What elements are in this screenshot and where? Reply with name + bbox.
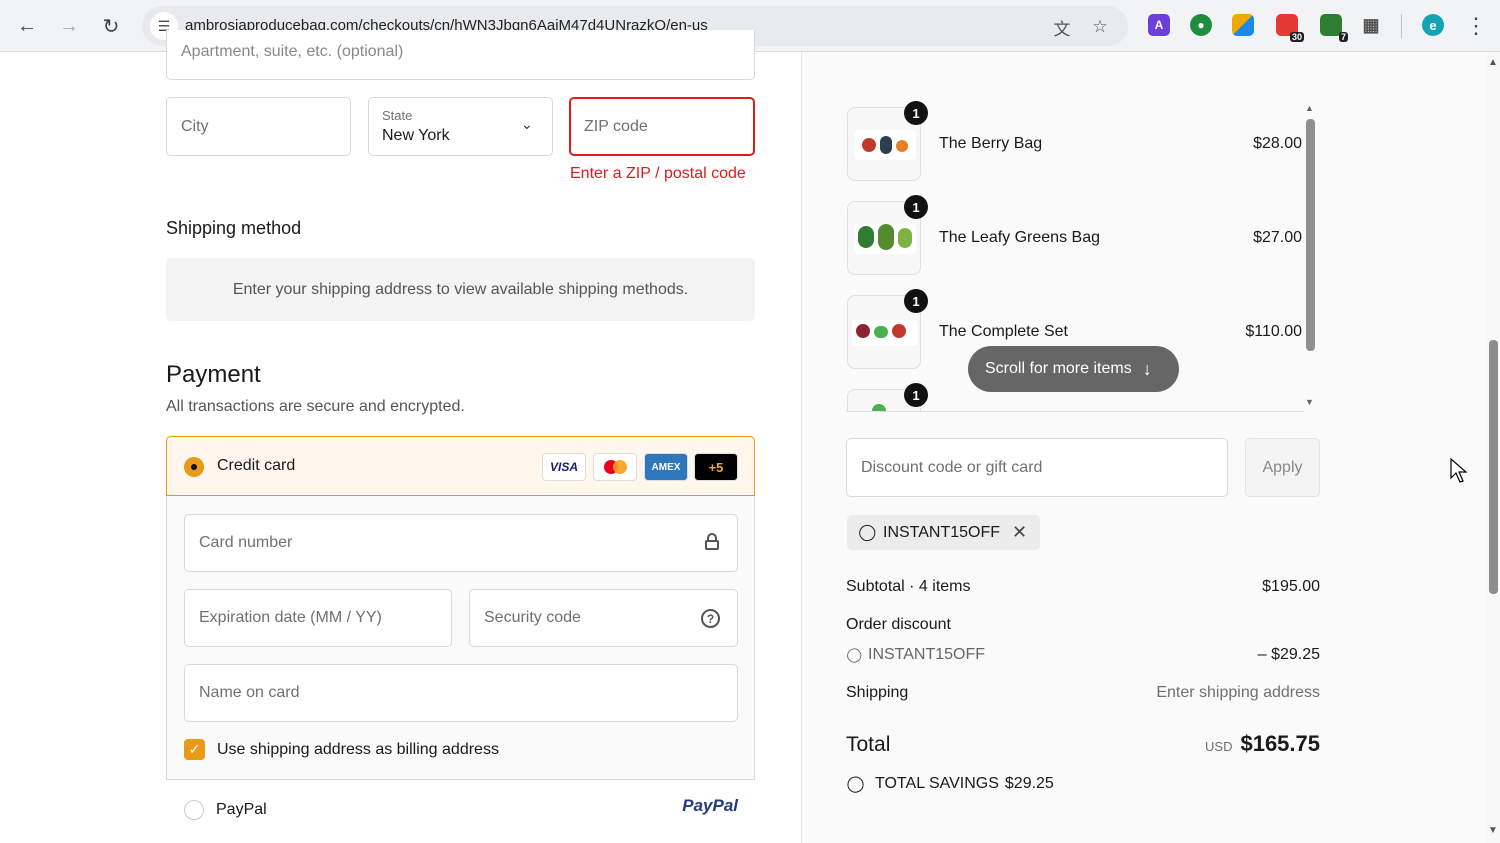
item-price: $27.00 — [1253, 229, 1302, 246]
lock-icon — [705, 533, 719, 550]
page-scrollbar-thumb[interactable] — [1489, 340, 1498, 594]
page-scroll-up-icon[interactable]: ▲ — [1488, 57, 1498, 68]
amex-icon: AMEX — [644, 453, 688, 481]
item-name: The Berry Bag — [939, 135, 1043, 152]
item-price: $110.00 — [1245, 323, 1302, 340]
tag-icon: ◯ — [854, 519, 880, 545]
apply-button[interactable]: Apply — [1245, 438, 1320, 497]
applied-code-label: INSTANT15OFF — [883, 523, 1001, 541]
discount-code-field[interactable]: Discount code or gift card — [846, 438, 1228, 497]
paypal-logo: PayPal — [682, 796, 738, 815]
item-name: The Complete Set — [939, 323, 1068, 340]
translate-icon[interactable]: 文 — [1051, 16, 1073, 39]
total-label: Total — [846, 733, 891, 756]
mastercard-icon — [593, 453, 637, 481]
zip-field[interactable]: ZIP code — [569, 97, 755, 156]
subtotal-value: $195.00 — [1262, 578, 1320, 595]
list-scrollbar-thumb[interactable] — [1306, 119, 1315, 351]
shipping-label: Shipping — [846, 684, 909, 701]
security-code-field[interactable]: Security code ? — [469, 589, 738, 647]
extensions-puzzle-icon[interactable]: ▦ — [1360, 14, 1382, 36]
qty-badge: 1 — [904, 383, 928, 407]
menu-kebab-icon[interactable]: ⋮ — [1462, 12, 1490, 40]
scroll-hint-label: Scroll for more items — [985, 360, 1132, 377]
item-price: $28.00 — [1253, 135, 1302, 152]
payment-heading: Payment — [166, 361, 261, 388]
discount-code-row: ◯ INSTANT15OFF — [842, 643, 986, 665]
shipping-value: Enter shipping address — [1156, 684, 1320, 701]
discount-value: – $29.25 — [1257, 646, 1320, 663]
savings-tag-icon: ◯ — [842, 772, 868, 797]
ext-a-icon[interactable]: A — [1148, 14, 1170, 36]
currency-label: USD — [1205, 739, 1233, 754]
ext-green-circle-icon[interactable]: ● — [1190, 14, 1212, 36]
item-name: The Leafy Greens Bag — [939, 229, 1100, 246]
order-discount-label: Order discount — [846, 616, 951, 633]
discount-code-label: INSTANT15OFF — [868, 646, 986, 663]
items-divider — [846, 411, 1304, 412]
total-value: $165.75 — [1240, 731, 1320, 756]
chevron-down-icon: ⌄ — [521, 116, 533, 132]
billing-checkbox[interactable]: ✓ — [184, 739, 205, 760]
ext-grid-icon[interactable] — [1232, 14, 1254, 36]
list-scroll-up-icon[interactable]: ▲ — [1305, 103, 1314, 113]
ext-green-icon[interactable]: 7 — [1320, 14, 1348, 42]
city-placeholder: City — [181, 117, 209, 135]
zip-error-message: Enter a ZIP / postal code — [570, 165, 746, 182]
expiry-field[interactable]: Expiration date (MM / YY) — [184, 589, 452, 647]
bookmark-star-icon[interactable]: ☆ — [1089, 16, 1111, 38]
scroll-for-more-button[interactable]: Scroll for more items ↓ — [968, 346, 1179, 392]
shipping-notice-text: Enter your shipping address to view avai… — [232, 280, 689, 298]
qty-badge: 1 — [904, 101, 928, 125]
paypal-label: PayPal — [216, 801, 267, 818]
radio-dot — [191, 464, 197, 470]
city-field[interactable]: City — [166, 97, 351, 156]
payment-subheading: All transactions are secure and encrypte… — [166, 398, 465, 415]
apartment-field[interactable]: Apartment, suite, etc. (optional) — [166, 30, 755, 80]
name-on-card-placeholder: Name on card — [199, 684, 300, 701]
state-select[interactable]: State New York ⌄ — [368, 97, 553, 156]
card-number-field[interactable]: Card number — [184, 514, 738, 572]
shipping-method-heading: Shipping method — [166, 218, 302, 238]
name-on-card-field[interactable]: Name on card — [184, 664, 738, 722]
ext-red-icon[interactable]: 30 — [1276, 14, 1304, 42]
more-cards-badge: +5 — [694, 453, 738, 481]
profile-avatar[interactable]: e — [1422, 14, 1444, 36]
tag-icon: ◯ — [842, 642, 865, 666]
qty-badge: 1 — [904, 195, 928, 219]
arrow-down-icon: ↓ — [1142, 358, 1152, 379]
toolbar-divider — [1401, 14, 1402, 38]
savings-value: $29.25 — [1004, 775, 1054, 792]
back-icon[interactable]: ← — [13, 12, 41, 40]
mouse-cursor-icon — [1450, 458, 1468, 483]
help-icon[interactable]: ? — [701, 609, 720, 628]
remove-code-icon[interactable]: ✕ — [1012, 522, 1027, 543]
savings-label: TOTAL SAVINGS — [875, 775, 999, 792]
credit-card-label: Credit card — [217, 457, 296, 474]
security-code-placeholder: Security code — [484, 609, 581, 626]
discount-placeholder: Discount code or gift card — [861, 458, 1043, 476]
shipping-notice: Enter your shipping address to view avai… — [166, 258, 755, 321]
state-value: New York — [382, 127, 450, 144]
card-number-placeholder: Card number — [199, 534, 293, 551]
qty-badge: 1 — [904, 289, 928, 313]
billing-checkbox-label: Use shipping address as billing address — [217, 741, 499, 758]
list-scroll-down-icon[interactable]: ▼ — [1305, 397, 1314, 407]
forward-icon[interactable]: → — [55, 12, 83, 40]
paypal-radio[interactable] — [184, 800, 204, 820]
reload-icon[interactable]: ↻ — [97, 12, 125, 40]
state-label: State — [382, 108, 413, 123]
paypal-option[interactable]: PayPal PayPal — [166, 779, 755, 840]
expiry-placeholder: Expiration date (MM / YY) — [199, 609, 382, 626]
subtotal-label: Subtotal · 4 items — [846, 578, 971, 595]
zip-placeholder: ZIP code — [584, 117, 648, 135]
total-amount: USD $165.75 — [1205, 731, 1320, 757]
applied-code-tag: ◯ INSTANT15OFF ✕ — [847, 515, 1040, 550]
page-scroll-down-icon[interactable]: ▼ — [1488, 825, 1498, 836]
apartment-placeholder: Apartment, suite, etc. (optional) — [181, 43, 404, 60]
visa-icon: VISA — [542, 453, 586, 481]
credit-card-radio[interactable] — [184, 457, 204, 477]
total-savings: ◯ TOTAL SAVINGS $29.25 — [843, 772, 1054, 797]
